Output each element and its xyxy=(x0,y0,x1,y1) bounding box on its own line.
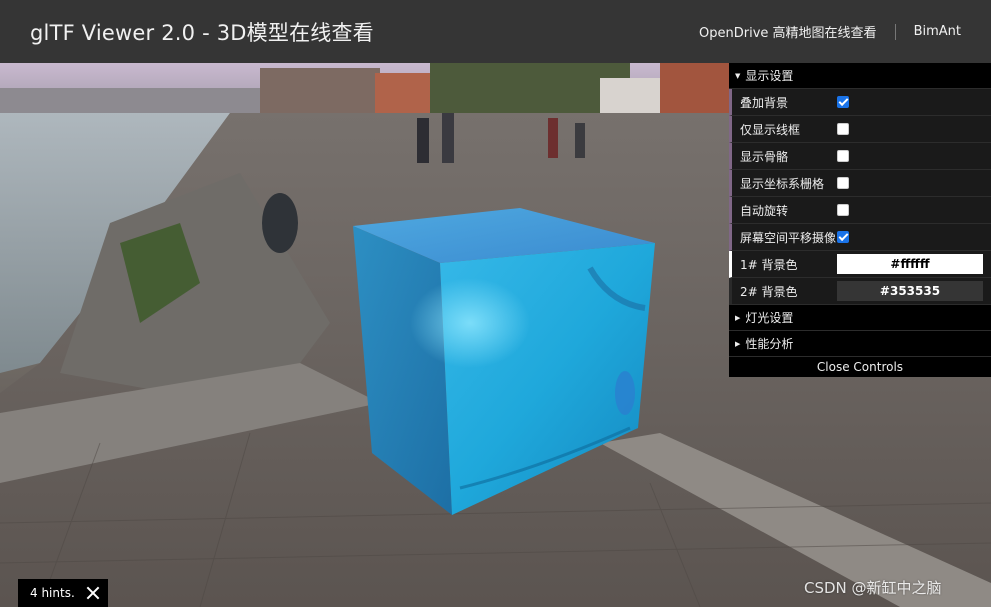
grid-checkbox[interactable] xyxy=(837,177,849,189)
nav-link-bimant[interactable]: BimAnt xyxy=(914,24,961,39)
control-row-autorotate: 自动旋转 xyxy=(729,197,991,224)
folder-performance[interactable]: ▶ 性能分析 xyxy=(729,331,991,357)
header-nav: OpenDrive 高精地图在线查看 BimAnt xyxy=(699,22,961,41)
skeleton-checkbox[interactable] xyxy=(837,150,849,162)
close-icon[interactable] xyxy=(86,586,100,600)
wireframe-checkbox[interactable] xyxy=(837,123,849,135)
control-label: 1# 背景色 xyxy=(740,257,798,272)
folder-display-settings[interactable]: ▼ 显示设置 xyxy=(729,63,991,89)
folder-light-settings[interactable]: ▶ 灯光设置 xyxy=(729,305,991,331)
nav-divider xyxy=(894,23,896,40)
app-title: glTF Viewer 2.0 - 3D模型在线查看 xyxy=(30,20,374,45)
folder-light-label: 灯光设置 xyxy=(745,311,794,325)
screen-pan-checkbox[interactable] xyxy=(837,231,849,243)
watermark: CSDN @新缸中之脑 xyxy=(804,579,942,597)
control-row-bg-color-2: 2# 背景色 #353535 xyxy=(729,278,991,305)
app-header: glTF Viewer 2.0 - 3D模型在线查看 OpenDrive 高精地… xyxy=(0,0,991,63)
control-row-wireframe: 仅显示线框 xyxy=(729,116,991,143)
control-row-bg-color-1: 1# 背景色 #ffffff xyxy=(729,251,991,278)
autorotate-checkbox[interactable] xyxy=(837,204,849,216)
bg-color-1-swatch[interactable]: #ffffff xyxy=(837,254,983,274)
control-label: 仅显示线框 xyxy=(740,122,801,137)
control-row-skeleton: 显示骨骼 xyxy=(729,143,991,170)
folder-perf-label: 性能分析 xyxy=(745,337,794,351)
control-label: 自动旋转 xyxy=(740,203,789,218)
control-label: 显示坐标系栅格 xyxy=(740,176,825,191)
folder-display-label: 显示设置 xyxy=(745,69,794,83)
control-row-screen-pan: 屏幕空间平移摄像 xyxy=(729,224,991,251)
control-row-grid: 显示坐标系栅格 xyxy=(729,170,991,197)
controls-panel: ▼ 显示设置 叠加背景 仅显示线框 显示骨骼 显示坐标系栅格 自动旋转 屏幕空间… xyxy=(729,63,991,377)
control-label: 2# 背景色 xyxy=(740,284,798,299)
bg-color-2-swatch[interactable]: #353535 xyxy=(837,281,983,301)
overlay-bg-checkbox[interactable] xyxy=(837,96,849,108)
triangle-right-icon: ▶ xyxy=(735,339,741,348)
control-row-overlay-bg: 叠加背景 xyxy=(729,89,991,116)
hints-text: 4 hints. xyxy=(30,586,75,600)
control-label: 显示骨骼 xyxy=(740,149,789,164)
control-label: 屏幕空间平移摄像 xyxy=(740,230,837,245)
hints-box: 4 hints. xyxy=(18,579,108,607)
triangle-right-icon: ▶ xyxy=(735,313,741,322)
nav-link-opendrive[interactable]: OpenDrive 高精地图在线查看 xyxy=(699,22,877,41)
control-label: 叠加背景 xyxy=(740,95,789,110)
close-controls-button[interactable]: Close Controls xyxy=(729,357,991,377)
triangle-down-icon: ▼ xyxy=(735,71,741,80)
